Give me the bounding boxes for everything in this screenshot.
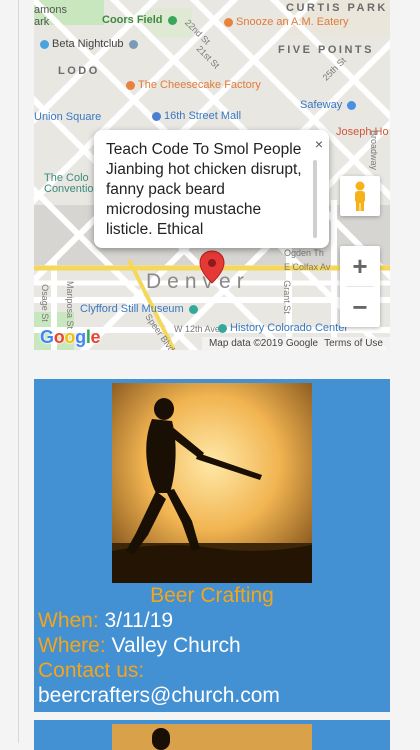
event-where-row: Where: Valley Church — [38, 634, 241, 658]
event-contact-email[interactable]: beercrafters@church.com — [38, 684, 280, 708]
info-window-content: Teach Code To Smol People Jianbing hot c… — [106, 140, 311, 240]
google-logo[interactable]: Google — [40, 327, 101, 348]
map-label-safeway: Safeway — [300, 99, 359, 111]
zoom-control: + − — [340, 246, 380, 327]
map-district-lodo: LODO — [58, 65, 100, 77]
contact-label: Contact us: — [38, 659, 145, 682]
info-window-title: Teach Code To Smol People — [106, 141, 302, 158]
map-district-denver: Denver — [146, 270, 250, 293]
pegman-icon — [355, 181, 365, 211]
map-label-16th-street-mall: 16th Street Mall — [152, 110, 241, 122]
info-window[interactable]: Teach Code To Smol People Jianbing hot c… — [94, 130, 329, 248]
map-label-clyfford-still: Clyfford Still Museum — [80, 303, 201, 315]
event-when-row: When: 3/11/19 — [38, 609, 173, 633]
map-street-w12th: W 12th Ave — [174, 324, 220, 334]
map-street-colfax: E Colfax Av — [284, 262, 331, 272]
google-logo-letter: e — [90, 327, 101, 347]
event-contact-row: Contact us: — [38, 659, 144, 683]
map-street-mariposa: Mariposa St — [65, 280, 76, 330]
contact-email-link[interactable]: beercrafters@church.com — [38, 684, 280, 707]
event-photo-next — [112, 724, 312, 750]
google-logo-letter: o — [64, 327, 76, 347]
map-data-credit: Map data ©2019 Google — [208, 338, 319, 349]
map[interactable]: amons ark Coors Field Snooze an A.M. Eat… — [34, 0, 390, 350]
terms-of-use-link[interactable]: Terms of Use — [324, 338, 383, 349]
map-label-amons: amons — [34, 4, 68, 16]
map-district-curtis-park: CURTIS PARK — [286, 2, 388, 14]
map-label-union-square: Union Square — [34, 111, 102, 123]
event-photo — [112, 383, 312, 583]
google-logo-letter: o — [53, 327, 65, 347]
map-street-broadway: Broadway — [369, 129, 380, 171]
map-street-ogden: Ogden Th — [284, 248, 324, 258]
where-label: Where: — [38, 634, 106, 657]
map-label-joseph-ho: Joseph Ho — [336, 126, 389, 138]
map-marker-icon[interactable] — [199, 250, 225, 284]
map-attribution: Map data ©2019 Google Terms of Use — [201, 337, 390, 350]
map-label-snooze: Snooze an A.M. Eatery — [224, 16, 349, 28]
map-district-five-points: FIVE POINTS — [278, 44, 374, 56]
map-label-history-colorado: History Colorado Center — [218, 322, 348, 334]
event-title: Beer Crafting — [150, 584, 274, 607]
event-card-next[interactable] — [34, 720, 390, 750]
when-label: When: — [38, 609, 99, 632]
where-value: Valley Church — [111, 634, 241, 657]
map-label-ark: ark — [34, 16, 50, 28]
map-label-coors-field: Coors Field — [102, 14, 180, 26]
google-logo-letter: g — [75, 327, 86, 347]
info-window-body: Jianbing hot chicken disrupt, fanny pack… — [106, 161, 302, 238]
street-view-button[interactable] — [340, 176, 380, 216]
info-window-scrollbar[interactable] — [313, 160, 317, 238]
event-card[interactable]: Beer Crafting When: 3/11/19 Where: Valle… — [34, 379, 390, 712]
map-label-cheesecake-factory: The Cheesecake Factory — [126, 79, 261, 91]
zoom-out-button[interactable]: − — [340, 287, 380, 327]
google-logo-letter: G — [40, 327, 54, 347]
event-photo-next-silhouette — [152, 728, 170, 750]
when-value: 3/11/19 — [104, 609, 174, 632]
map-street-osage: Osage St — [39, 284, 50, 322]
event-photo-image — [112, 383, 312, 583]
map-label-beta-nightclub: Beta Nightclub — [40, 38, 141, 50]
map-street-grant: Grant St — [281, 280, 292, 314]
zoom-in-button[interactable]: + — [340, 246, 380, 286]
close-icon[interactable]: × — [315, 136, 323, 152]
